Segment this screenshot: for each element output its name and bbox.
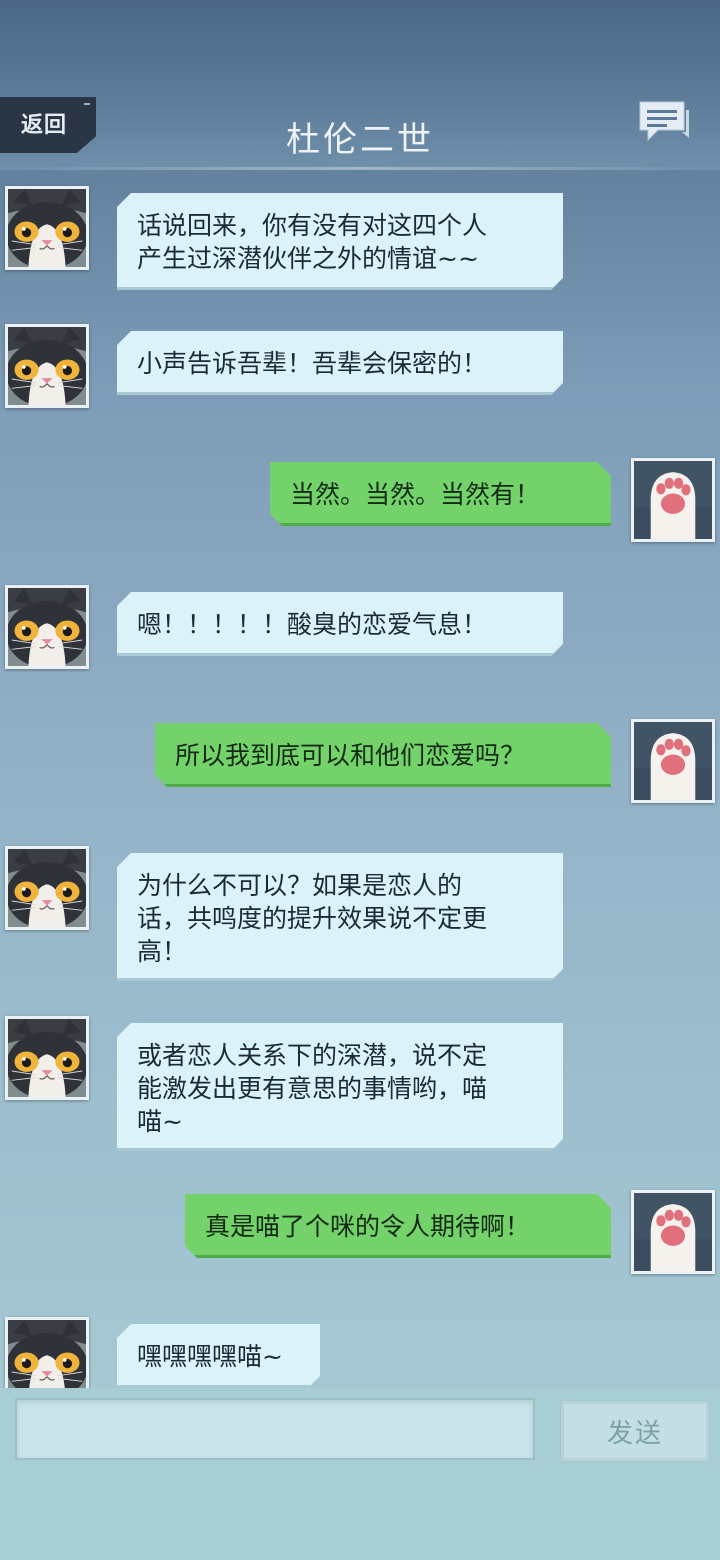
cat-paw-avatar-icon[interactable]: [631, 719, 715, 803]
message-bubble-sent: 所以我到底可以和他们恋爱吗？: [155, 723, 611, 787]
message-bubble-received: 嘿嘿嘿嘿喵~: [117, 1324, 320, 1388]
message-bubble-sent: 真是喵了个咪的令人期待啊！: [185, 1194, 611, 1258]
send-button[interactable]: 发送: [560, 1400, 710, 1462]
message-text: 所以我到底可以和他们恋爱吗？: [175, 741, 526, 770]
message-bubble-received: 话说回来，你有没有对这四个人 产生过深潜伙伴之外的情谊~~: [117, 193, 563, 290]
message-text: 嘿嘿嘿嘿喵~: [137, 1342, 283, 1371]
cat-face-avatar-icon[interactable]: [5, 846, 89, 930]
cat-paw-avatar-icon[interactable]: [631, 1190, 715, 1274]
message-text: 小声告诉吾辈！吾辈会保密的！: [137, 349, 488, 378]
cat-face-avatar-icon[interactable]: [5, 585, 89, 669]
message-bubble-received: 小声告诉吾辈！吾辈会保密的！: [117, 331, 563, 395]
message-bubble-received: 或者恋人关系下的深潜，说不定 能激发出更有意思的事情哟，喵 喵~: [117, 1023, 563, 1151]
message-bubble-sent: 当然。当然。当然有！: [270, 462, 611, 526]
cat-face-avatar-icon[interactable]: [5, 186, 89, 270]
cat-face-avatar-icon[interactable]: [5, 324, 89, 408]
message-bubble-received: 为什么不可以？如果是恋人的 话，共鸣度的提升效果说不定更 高！: [117, 853, 563, 981]
chat-bubble-icon[interactable]: [638, 100, 690, 144]
cat-face-avatar-icon[interactable]: [5, 1016, 89, 1100]
message-text: 话说回来，你有没有对这四个人 产生过深潜伙伴之外的情谊~~: [137, 211, 488, 273]
cat-paw-avatar-icon[interactable]: [631, 458, 715, 542]
message-text: 当然。当然。当然有！: [290, 480, 541, 509]
message-text: 为什么不可以？如果是恋人的 话，共鸣度的提升效果说不定更 高！: [137, 871, 488, 966]
chat-title: 杜伦二世: [286, 120, 434, 160]
message-text: 真是喵了个咪的令人期待啊！: [205, 1212, 531, 1241]
message-text: 或者恋人关系下的深潜，说不定 能激发出更有意思的事情哟，喵 喵~: [137, 1041, 488, 1136]
message-text: 嗯！！！！！酸臭的恋爱气息！: [137, 610, 488, 639]
message-input[interactable]: [15, 1398, 535, 1460]
message-bubble-received: 嗯！！！！！酸臭的恋爱气息！: [117, 592, 563, 656]
